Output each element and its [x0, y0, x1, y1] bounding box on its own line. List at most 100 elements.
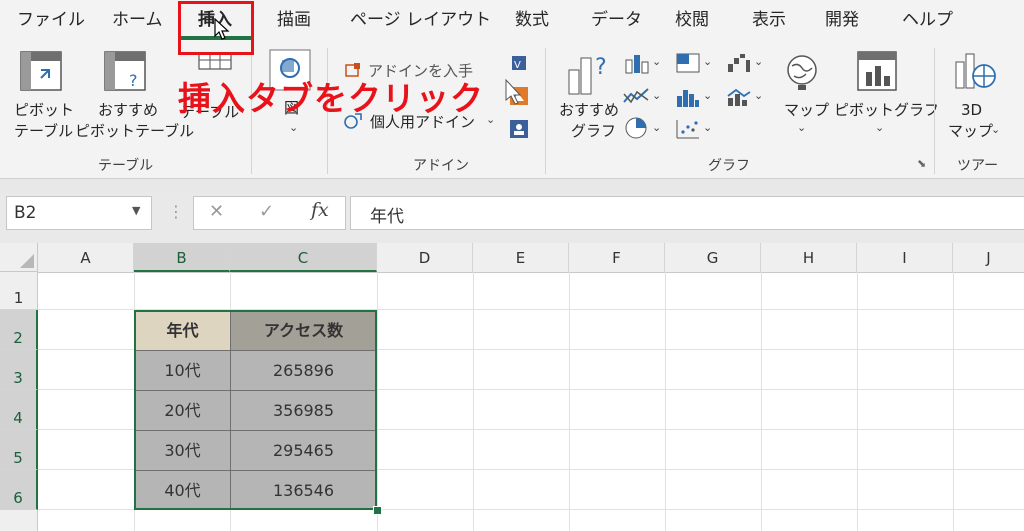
- row-header-3[interactable]: 3: [0, 350, 38, 390]
- chevron-down-icon[interactable]: ⌄: [703, 89, 712, 102]
- grid-line: [665, 272, 666, 531]
- chevron-down-icon[interactable]: ⌄: [289, 121, 298, 134]
- pivot-table-label-2[interactable]: テーブル: [14, 122, 73, 140]
- column-header-b[interactable]: B: [134, 243, 230, 272]
- recommended-charts-label-2[interactable]: グラフ: [571, 122, 616, 140]
- chevron-down-icon[interactable]: ⌄: [703, 55, 712, 68]
- enter-icon[interactable]: ✓: [259, 201, 274, 222]
- chevron-down-icon[interactable]: ⌄: [754, 89, 763, 102]
- tab-draw[interactable]: 描画: [277, 0, 311, 40]
- 3d-map-label-2[interactable]: マップ: [948, 122, 993, 140]
- column-header-a[interactable]: A: [38, 243, 134, 272]
- pivot-chart-label[interactable]: ピボットグラフ: [834, 101, 939, 119]
- grid-line: [953, 272, 954, 531]
- group-label-addins: アドイン: [413, 158, 469, 174]
- column-header-i[interactable]: I: [857, 243, 953, 272]
- svg-text:?: ?: [595, 55, 607, 80]
- tab-developer[interactable]: 開発: [825, 0, 859, 40]
- map-chart-label[interactable]: マップ: [784, 101, 829, 119]
- annotation-text: 挿入タブをクリック: [178, 79, 484, 118]
- row-header-2[interactable]: 2: [0, 310, 38, 350]
- formula-input[interactable]: [350, 196, 1024, 230]
- name-box-dropdown-icon[interactable]: ▼: [132, 204, 140, 217]
- 3d-map-label-1[interactable]: 3D: [961, 101, 982, 119]
- column-header-j[interactable]: J: [953, 243, 1024, 272]
- tab-file[interactable]: ファイル: [17, 0, 85, 40]
- grid-line: [377, 272, 378, 531]
- row-header-5[interactable]: 5: [0, 430, 38, 470]
- mouse-cursor-icon: [214, 18, 230, 40]
- tab-view[interactable]: 表示: [752, 0, 786, 40]
- row-header-4[interactable]: 4: [0, 390, 38, 430]
- combo-chart-icon[interactable]: [726, 86, 752, 108]
- row-header-1[interactable]: 1: [0, 272, 38, 310]
- visio-icon[interactable]: V: [508, 52, 530, 74]
- group-label-tours: ツアー: [957, 158, 999, 174]
- group-label-table: テーブル: [98, 158, 154, 174]
- recommended-pivot-label-2[interactable]: ピボットテーブル: [75, 122, 194, 140]
- recommended-charts-label-1[interactable]: おすすめ: [559, 101, 619, 119]
- tab-data[interactable]: データ: [591, 0, 642, 40]
- scatter-chart-icon[interactable]: [675, 118, 701, 140]
- chevron-down-icon[interactable]: ⌄: [652, 121, 661, 134]
- grid-line: [857, 272, 858, 531]
- dialog-launcher-icon[interactable]: ⬊: [917, 157, 926, 170]
- column-header-g[interactable]: G: [665, 243, 761, 272]
- formula-value[interactable]: 年代: [370, 202, 404, 227]
- ribbon-gap: [0, 179, 1024, 193]
- svg-text:V: V: [514, 60, 521, 71]
- group-label-charts: グラフ: [708, 158, 750, 174]
- people-graph-icon[interactable]: [508, 118, 530, 140]
- formula-bar-grip-icon[interactable]: ⋮: [168, 202, 184, 221]
- statistic-chart-icon[interactable]: [675, 86, 701, 108]
- row-header-6[interactable]: 6: [0, 470, 38, 510]
- column-chart-icon[interactable]: [624, 52, 650, 74]
- name-box-value[interactable]: B2: [14, 203, 36, 223]
- row-header-7[interactable]: [0, 510, 38, 531]
- line-chart-icon[interactable]: [622, 86, 650, 108]
- globe-map-icon[interactable]: [784, 52, 820, 92]
- pie-chart-icon[interactable]: [624, 116, 650, 140]
- grid-line: [473, 272, 474, 531]
- pivot-table-label-1[interactable]: ピボット: [14, 101, 74, 119]
- chevron-down-icon[interactable]: ⌄: [652, 55, 661, 68]
- select-all-triangle-icon[interactable]: [20, 254, 34, 268]
- svg-text:?: ?: [129, 71, 138, 90]
- column-header-e[interactable]: E: [473, 243, 569, 272]
- chevron-down-icon[interactable]: ⌄: [486, 113, 495, 126]
- 3d-map-icon[interactable]: [952, 48, 998, 92]
- tab-home[interactable]: ホーム: [112, 0, 163, 40]
- grid-top-gap: [0, 236, 1024, 243]
- select-all-corner[interactable]: [0, 243, 38, 272]
- pivot-table-icon[interactable]: [19, 50, 67, 94]
- chevron-down-icon[interactable]: ⌄: [703, 121, 712, 134]
- grid-line: [569, 272, 570, 531]
- hierarchy-chart-icon[interactable]: [675, 52, 701, 74]
- recommended-pivot-icon[interactable]: ?: [103, 50, 151, 94]
- tab-page-layout[interactable]: ページ レイアウト: [350, 0, 491, 40]
- recommended-pivot-label-1[interactable]: おすすめ: [98, 101, 158, 119]
- chevron-down-icon[interactable]: ⌄: [797, 121, 806, 134]
- column-header-d[interactable]: D: [377, 243, 473, 272]
- cancel-icon[interactable]: ✕: [209, 201, 224, 222]
- chevron-down-icon[interactable]: ⌄: [754, 55, 763, 68]
- recommended-charts-icon[interactable]: ?: [565, 50, 613, 96]
- separator: [934, 48, 935, 174]
- insert-function-icon[interactable]: fx: [311, 199, 329, 221]
- grid-line: [761, 272, 762, 531]
- mouse-cursor-icon: [505, 78, 522, 105]
- chevron-down-icon[interactable]: ⌄: [875, 121, 884, 134]
- waterfall-chart-icon[interactable]: [726, 52, 752, 74]
- column-header-h[interactable]: H: [761, 243, 857, 272]
- chevron-down-icon[interactable]: ⌄: [652, 89, 661, 102]
- column-header-f[interactable]: F: [569, 243, 665, 272]
- tab-review[interactable]: 校閲: [675, 0, 709, 40]
- selection-range-border: [134, 310, 377, 510]
- column-header-c[interactable]: C: [230, 243, 377, 272]
- tab-formulas[interactable]: 数式: [515, 0, 549, 40]
- chevron-down-icon[interactable]: ⌄: [991, 123, 1000, 136]
- tab-help[interactable]: ヘルプ: [902, 0, 953, 40]
- pivot-chart-icon[interactable]: [856, 50, 900, 94]
- fill-handle[interactable]: [373, 506, 382, 515]
- separator: [545, 48, 546, 174]
